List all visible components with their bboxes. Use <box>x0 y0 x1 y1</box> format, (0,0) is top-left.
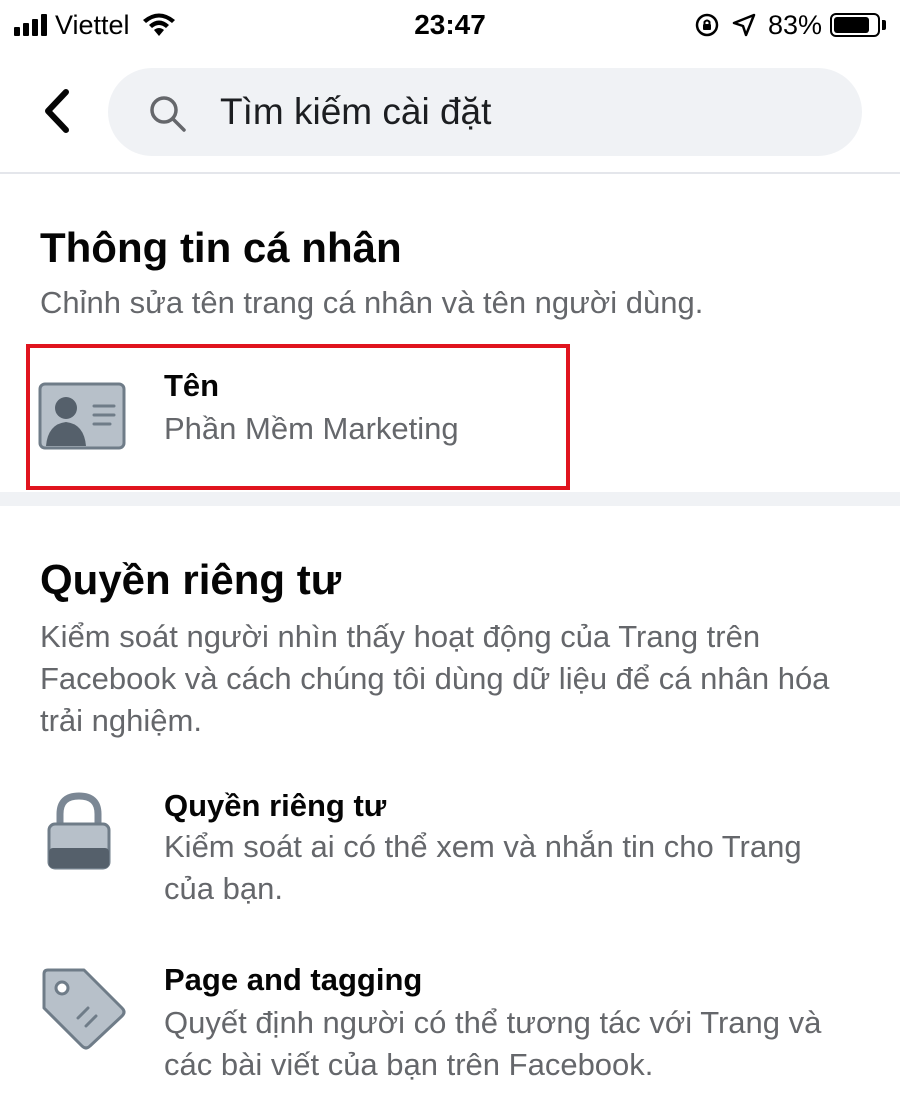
setting-item-title: Page and tagging <box>164 962 423 997</box>
battery-fill <box>834 17 869 33</box>
privacy-title: Quyền riêng tư <box>40 556 342 603</box>
section-separator <box>0 492 900 506</box>
search-bar[interactable] <box>108 68 862 156</box>
setting-item-title: Quyền riêng tư <box>164 788 387 823</box>
battery-tip <box>882 20 886 30</box>
settings-header <box>0 62 900 172</box>
rotation-lock-icon <box>695 13 719 37</box>
privacy-description: Kiểm soát người nhìn thấy hoạt động của … <box>40 619 830 738</box>
personal-info-description: Chỉnh sửa tên trang cá nhân và tên người… <box>40 285 704 320</box>
status-bar: Viettel 23:47 83% <box>0 0 900 50</box>
battery-percent: 83% <box>767 10 822 40</box>
status-right: 83% <box>694 8 886 42</box>
header-divider <box>0 172 900 174</box>
setting-item-subtitle: Kiểm soát ai có thể xem và nhắn tin cho … <box>164 829 802 906</box>
personal-info-title: Thông tin cá nhân <box>40 224 402 271</box>
setting-item-privacy[interactable]: Quyền riêng tư Kiểm soát ai có thể xem v… <box>24 776 872 916</box>
chevron-left-icon[interactable] <box>38 86 78 136</box>
tag-icon <box>42 968 126 1050</box>
location-icon <box>732 13 756 37</box>
setting-item-page-and-tagging[interactable]: Page and tagging Quyết định người có thể… <box>24 954 872 1094</box>
search-input[interactable] <box>220 68 820 156</box>
setting-item-subtitle: Quyết định người có thể tương tác với Tr… <box>164 1005 822 1082</box>
highlight-box <box>26 344 570 490</box>
lock-icon <box>47 792 111 870</box>
search-icon <box>150 96 186 132</box>
battery-icon <box>830 13 880 37</box>
